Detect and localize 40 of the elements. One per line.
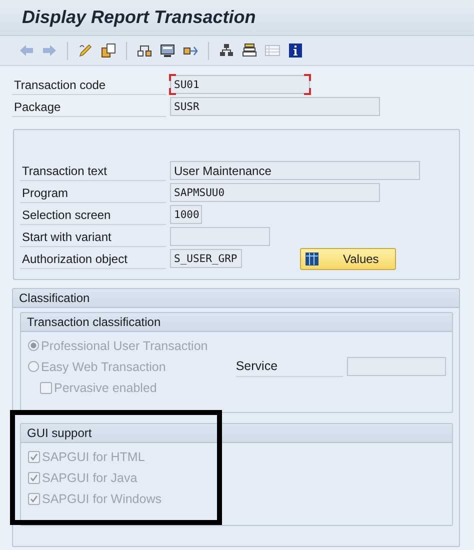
input-field[interactable]: SAPMSUU0 bbox=[170, 183, 380, 202]
field-label: Transaction text bbox=[20, 160, 166, 180]
stack-icon[interactable] bbox=[241, 42, 258, 59]
pencil-icon[interactable] bbox=[77, 42, 94, 59]
group-title: GUI support bbox=[21, 424, 452, 443]
list-icon[interactable] bbox=[264, 42, 281, 59]
window-title: Display Report Transaction bbox=[22, 7, 256, 28]
option-label: Easy Web Transaction bbox=[41, 360, 166, 374]
table-icon bbox=[305, 252, 319, 266]
input-field[interactable]: 1000 bbox=[170, 205, 202, 224]
field-label: Program bbox=[20, 182, 166, 202]
option-label: SAPGUI for Java bbox=[42, 470, 138, 484]
values-button[interactable]: Values bbox=[300, 248, 396, 270]
field-label: Selection screen bbox=[20, 204, 166, 224]
copy-icon[interactable] bbox=[100, 42, 117, 59]
check-icon bbox=[30, 474, 38, 482]
group-title: Classification bbox=[13, 289, 459, 308]
field-label: Package bbox=[12, 96, 166, 116]
field-label: Transaction code bbox=[12, 74, 166, 94]
input-field[interactable]: User Maintenance bbox=[170, 161, 420, 180]
group-title: Transaction classification bbox=[21, 313, 452, 332]
option-label: Professional User Transaction bbox=[41, 338, 208, 352]
input-field[interactable] bbox=[346, 357, 446, 376]
screen-icon[interactable] bbox=[159, 42, 176, 59]
field-label: Authorization object bbox=[20, 248, 166, 268]
input-field[interactable] bbox=[170, 227, 270, 246]
check-icon bbox=[30, 452, 38, 460]
input-field[interactable]: SU01 bbox=[170, 75, 310, 94]
option-label: SAPGUI for HTML bbox=[42, 450, 145, 464]
back-arrow-icon[interactable] bbox=[18, 42, 35, 59]
forward-arrow-icon[interactable] bbox=[41, 42, 58, 59]
check-icon bbox=[30, 494, 38, 502]
field-label: Start with variant bbox=[20, 226, 166, 246]
option-label: Pervasive enabled bbox=[54, 380, 157, 394]
field-label: Service bbox=[236, 356, 343, 376]
option-label: SAPGUI for Windows bbox=[42, 492, 162, 506]
structure-icon[interactable] bbox=[218, 42, 235, 59]
info-icon[interactable] bbox=[287, 42, 304, 59]
input-field[interactable]: S_USER_GRP bbox=[170, 249, 242, 268]
input-field[interactable]: SUSR bbox=[170, 97, 380, 116]
